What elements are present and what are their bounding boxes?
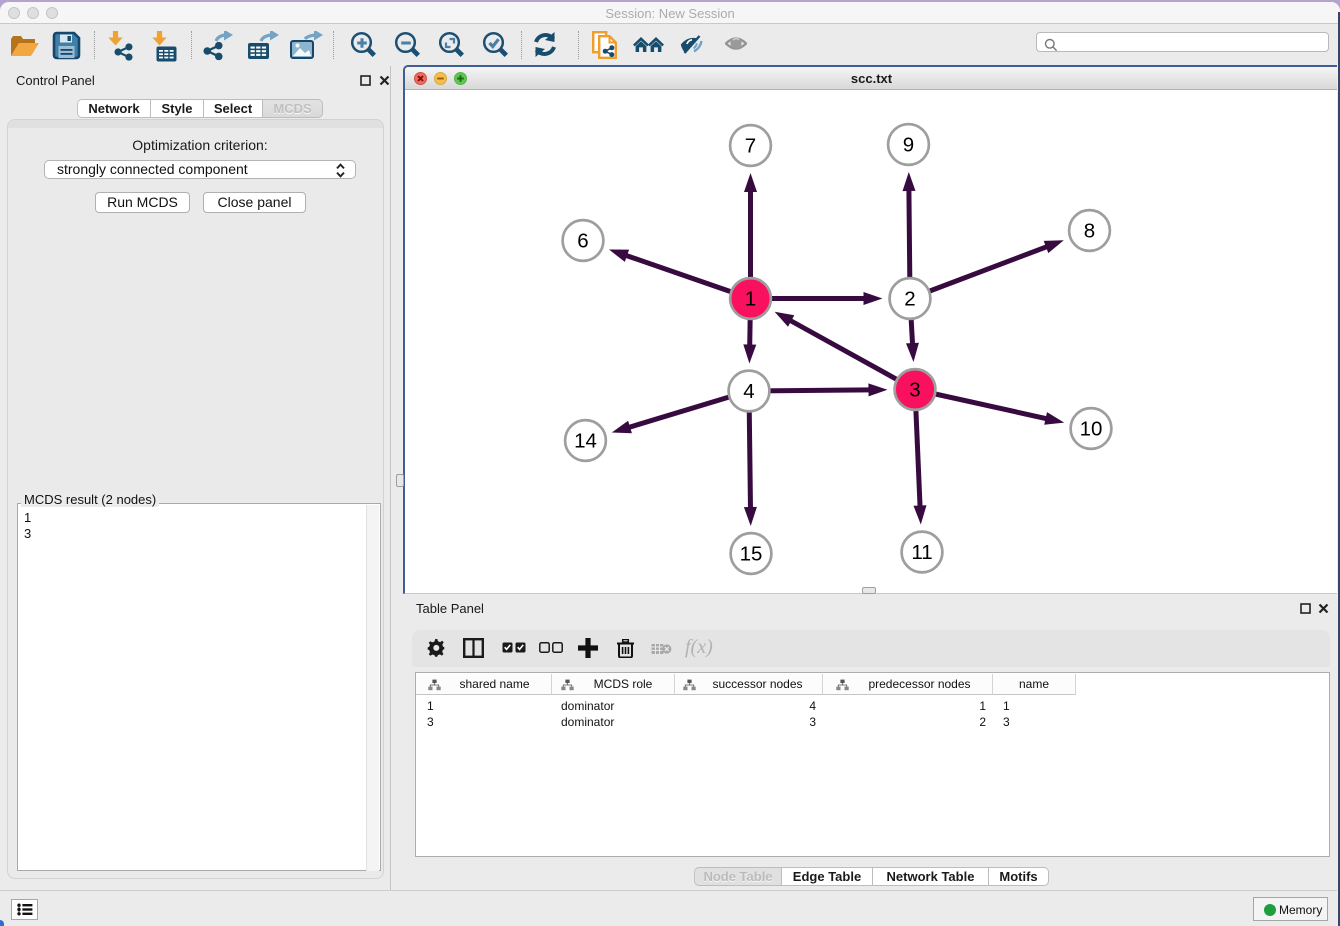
svg-text:15: 15: [740, 543, 763, 566]
svg-text:6: 6: [577, 230, 588, 253]
svg-text:8: 8: [1084, 220, 1095, 243]
svg-text:10: 10: [1080, 418, 1103, 441]
svg-text:14: 14: [574, 430, 597, 453]
svg-text:4: 4: [743, 380, 754, 403]
svg-text:7: 7: [745, 135, 756, 158]
svg-text:2: 2: [904, 288, 915, 311]
svg-text:11: 11: [911, 541, 932, 564]
svg-text:1: 1: [745, 288, 756, 311]
svg-text:9: 9: [903, 134, 914, 157]
svg-text:3: 3: [909, 379, 920, 402]
